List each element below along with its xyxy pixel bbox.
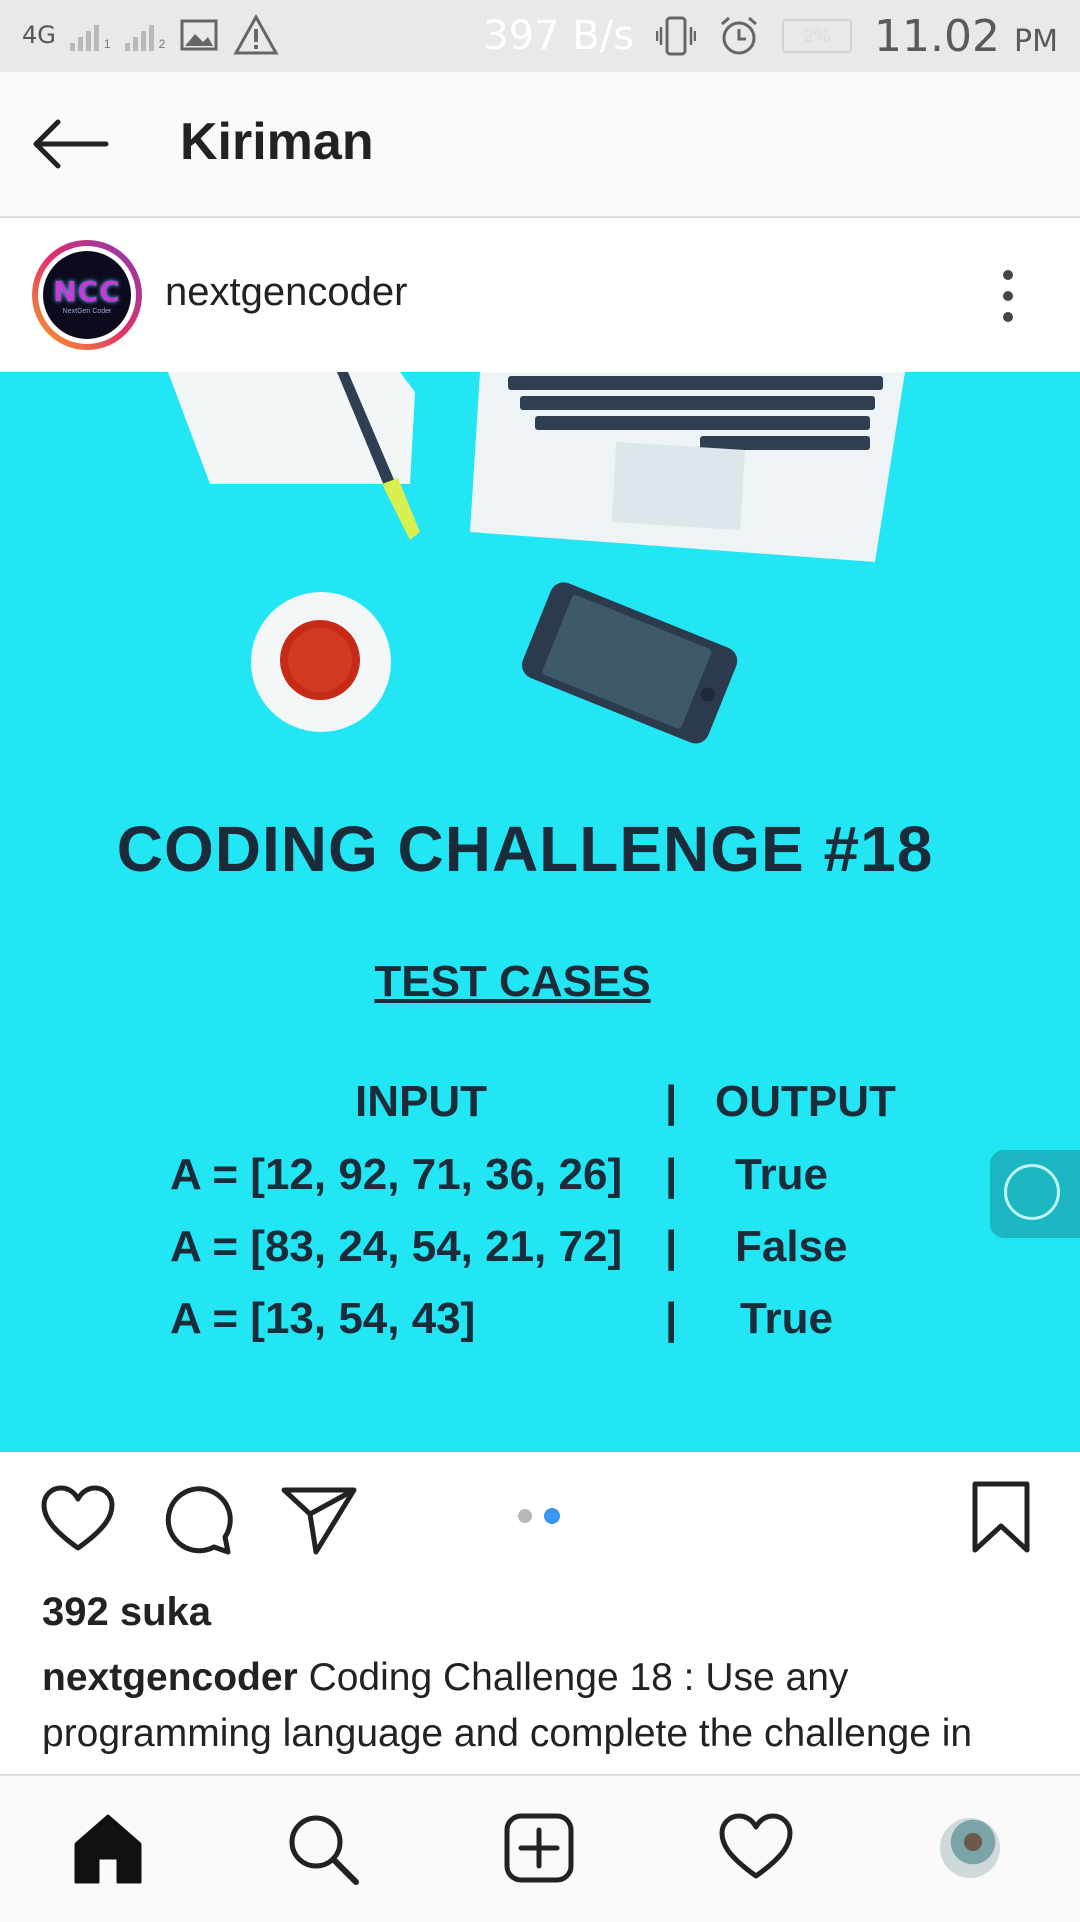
input-header: INPUT bbox=[355, 1077, 487, 1126]
avatar-logo-text: NCC bbox=[53, 275, 121, 308]
bookmark-icon[interactable] bbox=[970, 1480, 1032, 1556]
row-input: A = [12, 92, 71, 36, 26] bbox=[170, 1150, 623, 1199]
row-output: True bbox=[735, 1150, 828, 1199]
post-username[interactable]: nextgencoder bbox=[165, 270, 407, 315]
column-separator: | bbox=[665, 1150, 678, 1199]
add-post-icon[interactable] bbox=[503, 1812, 575, 1884]
clock-ampm: PM bbox=[1014, 23, 1058, 59]
avatar-logo-subtext: NextGen Coder bbox=[62, 308, 112, 315]
signal-icon: 2 bbox=[124, 19, 165, 51]
warning-icon bbox=[233, 14, 279, 55]
send-icon[interactable] bbox=[280, 1484, 358, 1556]
challenge-title: CODING CHALLENGE #18 bbox=[116, 813, 934, 885]
column-separator: | bbox=[665, 1222, 678, 1271]
avatar[interactable]: NCC NextGen Coder bbox=[32, 240, 142, 350]
activity-heart-icon[interactable] bbox=[718, 1812, 794, 1882]
comment-icon[interactable] bbox=[162, 1484, 234, 1556]
row-output: False bbox=[735, 1222, 848, 1271]
arrow-left-icon[interactable] bbox=[30, 116, 110, 172]
post-caption: nextgencoder Coding Challenge 18 : Use a… bbox=[42, 1650, 1042, 1772]
heart-icon[interactable] bbox=[40, 1484, 116, 1554]
desk-illustration bbox=[168, 372, 905, 744]
floating-assist-button[interactable] bbox=[990, 1150, 1080, 1238]
more-vertical-icon[interactable] bbox=[1000, 270, 1016, 322]
search-icon[interactable] bbox=[286, 1812, 360, 1886]
app-bar: Kiriman bbox=[0, 72, 1080, 218]
clock-time: 11.02 bbox=[874, 10, 1001, 62]
network-type: 4G bbox=[22, 21, 56, 49]
vibrate-icon bbox=[656, 16, 697, 56]
test-cases-heading: TEST CASES bbox=[374, 957, 651, 1006]
carousel-dot bbox=[518, 1509, 532, 1523]
output-header: OUTPUT bbox=[715, 1077, 896, 1126]
row-input: A = [13, 54, 43] bbox=[170, 1294, 476, 1343]
battery-level: 2% bbox=[804, 25, 831, 46]
profile-avatar[interactable] bbox=[940, 1818, 1000, 1878]
battery-icon: 2% bbox=[782, 19, 853, 53]
column-separator: | bbox=[665, 1294, 678, 1343]
post-image[interactable]: CODING CHALLENGE #18 TEST CASES INPUT | … bbox=[0, 372, 1080, 1452]
clock: 11.02 PM bbox=[874, 11, 1058, 62]
like-count[interactable]: 392 suka bbox=[42, 1590, 211, 1635]
status-bar: 4G 1 2 397 B/s 2% 11.02 PM bbox=[0, 0, 1080, 72]
signal-icon: 1 bbox=[69, 19, 111, 51]
bottom-nav bbox=[0, 1774, 1080, 1922]
page-title: Kiriman bbox=[180, 113, 374, 171]
post-actions bbox=[0, 1452, 1080, 1592]
network-speed: 397 B/s bbox=[483, 13, 635, 59]
carousel-indicator bbox=[518, 1508, 560, 1524]
caption-username[interactable]: nextgencoder bbox=[42, 1656, 298, 1699]
home-icon[interactable] bbox=[72, 1812, 144, 1884]
column-separator: | bbox=[665, 1077, 678, 1126]
image-icon bbox=[180, 19, 218, 51]
row-output: True bbox=[740, 1294, 833, 1343]
carousel-dot-active bbox=[544, 1508, 560, 1524]
row-input: A = [83, 24, 54, 21, 72] bbox=[170, 1222, 623, 1271]
alarm-icon bbox=[721, 16, 758, 55]
post-header: NCC NextGen Coder nextgencoder bbox=[0, 218, 1080, 370]
